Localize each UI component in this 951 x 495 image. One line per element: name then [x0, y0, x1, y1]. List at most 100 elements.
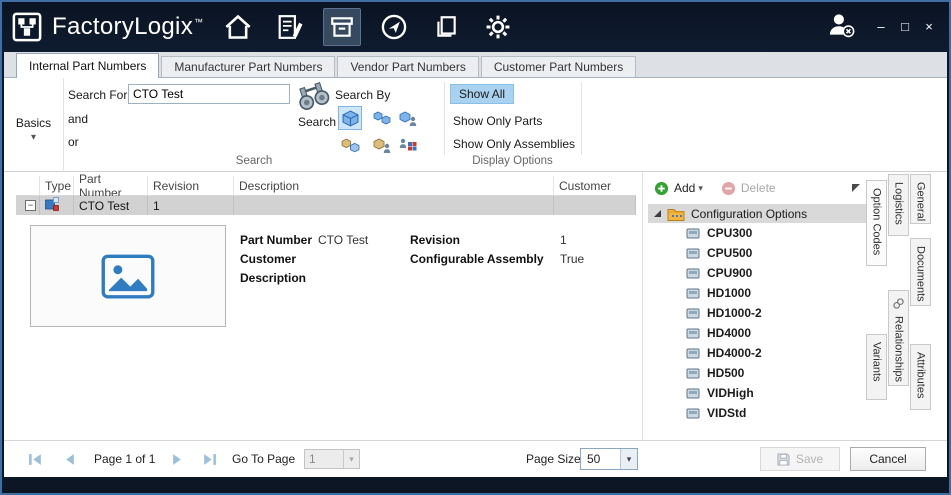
user-logout-icon[interactable]: [825, 11, 855, 43]
first-page-icon[interactable]: [28, 453, 43, 469]
next-page-icon[interactable]: [172, 453, 183, 469]
worksheet-icon[interactable]: [271, 8, 309, 46]
add-dropdown-caret[interactable]: ▾: [698, 183, 703, 194]
add-button[interactable]: Add ▾: [654, 181, 703, 196]
part-library-icon[interactable]: [323, 8, 361, 46]
tab-vendor-part-numbers[interactable]: Vendor Part Numbers: [337, 56, 478, 77]
detail-revision-label: Revision: [410, 233, 460, 247]
vtab-attributes[interactable]: Attributes: [910, 344, 931, 410]
display-options-group-label: Display Options: [444, 155, 581, 167]
tree-item-vidhigh[interactable]: VIDHigh: [648, 383, 866, 403]
cancel-label: Cancel: [869, 452, 906, 466]
search-binoculars-icon[interactable]: [296, 82, 330, 113]
basics-dropdown-caret[interactable]: ▾: [4, 132, 63, 143]
minimize-button[interactable]: –: [869, 17, 893, 37]
tree-item-hd4000[interactable]: HD4000: [648, 323, 866, 343]
option-icon: [686, 328, 700, 339]
tab-manufacturer-part-numbers[interactable]: Manufacturer Part Numbers: [161, 56, 335, 77]
go-to-page-stepper[interactable]: ▾: [304, 449, 360, 469]
row-detail-panel: Part Number CTO Test Revision 1 Customer…: [16, 217, 636, 339]
tree-item-hd4000-2[interactable]: HD4000-2: [648, 343, 866, 363]
tree-item-vidstd[interactable]: VIDStd: [648, 403, 866, 423]
column-part-number[interactable]: Part Number: [74, 176, 148, 195]
or-label: or: [68, 135, 79, 149]
go-to-page-caret-icon[interactable]: ▾: [343, 450, 359, 468]
tab-internal-part-numbers[interactable]: Internal Part Numbers: [16, 53, 159, 78]
tree-item-hd500[interactable]: HD500: [648, 363, 866, 383]
previous-page-icon[interactable]: [64, 453, 75, 469]
page-size-caret-icon[interactable]: ▾: [620, 449, 637, 469]
search-by-part-customer-icon[interactable]: [396, 106, 420, 130]
row-expander-cell: −: [16, 196, 40, 215]
tree-item-cpu500[interactable]: CPU500: [648, 243, 866, 263]
close-button[interactable]: ×: [917, 17, 941, 37]
last-page-icon[interactable]: [202, 453, 217, 469]
search-button-label[interactable]: Search: [298, 115, 336, 129]
tab-customer-part-numbers[interactable]: Customer Part Numbers: [481, 56, 636, 77]
tree-item-cpu900[interactable]: CPU900: [648, 263, 866, 283]
detail-description-label: Description: [240, 271, 306, 285]
tree-item-hd1000-2[interactable]: HD1000-2: [648, 303, 866, 323]
ribbon-separator: [444, 82, 445, 155]
search-by-assembly-customer-icon[interactable]: [370, 133, 394, 157]
show-all-option[interactable]: Show All: [450, 84, 514, 104]
option-icon: [686, 368, 700, 379]
panel-splitter[interactable]: [642, 172, 643, 440]
show-only-parts-option[interactable]: Show Only Parts: [453, 114, 542, 128]
options-toolbar: Add ▾ Delete: [648, 176, 866, 200]
titlebar-nav-icons: [219, 8, 531, 46]
search-for-input[interactable]: [128, 84, 290, 104]
delete-button[interactable]: Delete: [721, 181, 776, 196]
home-icon[interactable]: [219, 8, 257, 46]
search-for-label: Search For: [68, 88, 127, 102]
basics-group[interactable]: Basics ▾: [4, 78, 64, 172]
table-row[interactable]: − CTO Test 1: [16, 196, 636, 215]
navigator-icon[interactable]: [375, 8, 413, 46]
option-icon: [686, 308, 700, 319]
option-icon: [686, 228, 700, 239]
tree-expander-icon[interactable]: [654, 210, 661, 217]
detail-part-number-label: Part Number: [240, 233, 312, 247]
add-plus-icon: [654, 181, 669, 196]
search-by-part-icon[interactable]: [338, 106, 362, 130]
option-icon: [686, 248, 700, 259]
option-icon: [686, 388, 700, 399]
parts-grid: Type Part Number Revision Description Cu…: [16, 172, 636, 440]
page-size-label: Page Size: [526, 452, 581, 466]
search-by-parts-icon[interactable]: [370, 106, 394, 130]
vtab-option-codes[interactable]: Option Codes: [866, 180, 887, 266]
vtab-variants[interactable]: Variants: [866, 334, 887, 400]
column-type[interactable]: Type: [40, 176, 74, 195]
go-to-page-input[interactable]: [305, 450, 343, 468]
tree-root-configuration-options[interactable]: Configuration Options: [648, 204, 866, 223]
collapse-row-icon[interactable]: −: [25, 200, 36, 211]
and-label: and: [68, 112, 88, 126]
cancel-button[interactable]: Cancel: [850, 447, 926, 471]
tree-item-cpu300[interactable]: CPU300: [648, 223, 866, 243]
search-by-assembly-icon[interactable]: [338, 133, 362, 157]
column-customer[interactable]: Customer: [554, 176, 636, 195]
collapse-panel-icon[interactable]: [852, 184, 860, 192]
vtab-logistics[interactable]: Logistics: [888, 174, 909, 236]
window-controls: – □ ×: [869, 17, 941, 37]
show-only-assemblies-option[interactable]: Show Only Assemblies: [453, 137, 575, 151]
titlebar: FactoryLogix™: [2, 2, 949, 52]
part-image-placeholder[interactable]: [30, 225, 226, 327]
grid-header: Type Part Number Revision Description Cu…: [16, 176, 636, 196]
footer: Page 1 of 1 Go To Page ▾ Page Size 50 ▾: [4, 440, 947, 477]
tree-item-hd1000[interactable]: HD1000: [648, 283, 866, 303]
page-size-select[interactable]: 50 ▾: [580, 448, 638, 470]
vtab-relationships[interactable]: Relationships: [888, 290, 909, 386]
settings-gear-icon[interactable]: [479, 8, 517, 46]
documents-icon[interactable]: [427, 8, 465, 46]
column-description[interactable]: Description: [234, 176, 554, 195]
app-title: FactoryLogix™: [52, 13, 203, 41]
vtab-documents[interactable]: Documents: [910, 238, 931, 306]
option-icon: [686, 288, 700, 299]
vtab-general[interactable]: General: [910, 174, 931, 224]
column-revision[interactable]: Revision: [148, 176, 234, 195]
maximize-button[interactable]: □: [893, 17, 917, 37]
save-button[interactable]: Save: [760, 447, 840, 471]
search-by-customer-icon[interactable]: [396, 133, 420, 157]
expander-column-header: [16, 176, 40, 195]
